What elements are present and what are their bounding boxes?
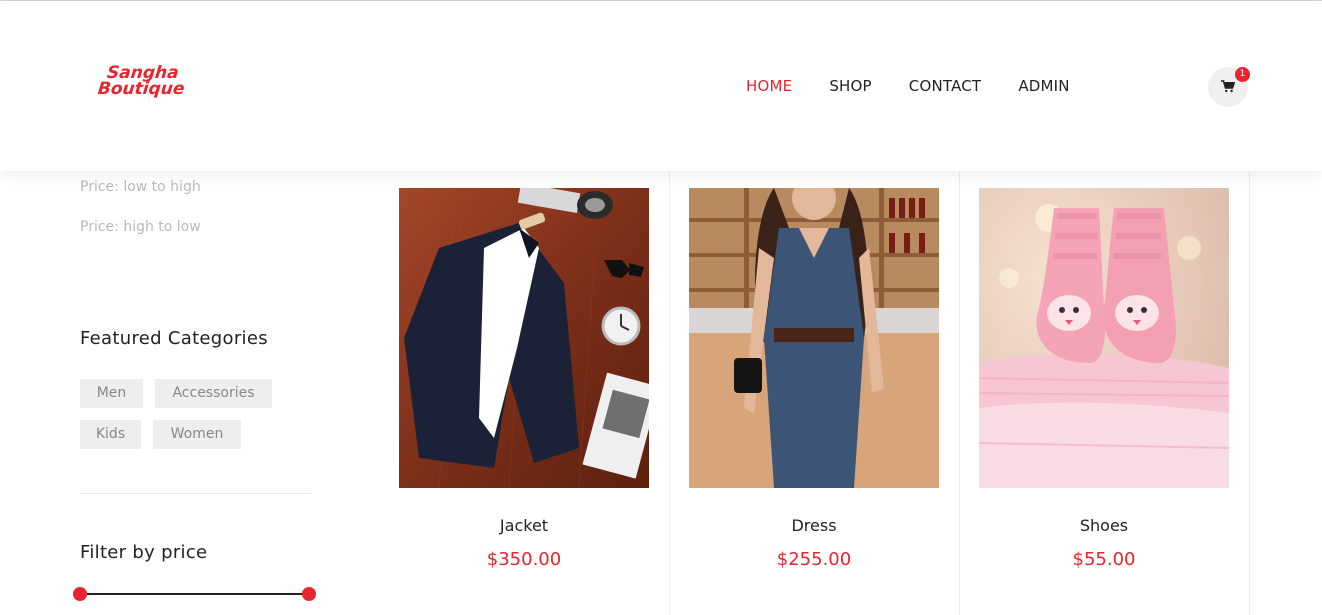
product-divider <box>959 171 960 615</box>
nav-admin[interactable]: ADMIN <box>1018 77 1069 95</box>
product-price-dress: $255.00 <box>776 549 852 570</box>
product-name-dress[interactable]: Dress <box>689 516 939 535</box>
nav-shop[interactable]: SHOP <box>829 77 871 95</box>
price-slider-min-handle[interactable] <box>73 587 87 601</box>
brand-line-2: Boutique <box>96 79 186 99</box>
cart-count-badge: 1 <box>1235 67 1250 82</box>
product-price-shoes: $55.00 <box>1072 549 1136 570</box>
cart-icon <box>1221 80 1235 93</box>
product-divider <box>669 171 670 615</box>
product-image-shoes[interactable] <box>979 188 1229 488</box>
filter-price-title: Filter by price <box>80 542 208 563</box>
product-divider <box>1249 171 1250 615</box>
nav-home[interactable]: HOME <box>746 77 792 95</box>
brand-logo[interactable]: Sangha Boutique <box>90 63 193 99</box>
sidebar-divider <box>80 493 311 494</box>
product-image-jacket[interactable] <box>399 188 649 488</box>
sort-price-high-low[interactable]: Price: high to low <box>80 219 201 235</box>
price-slider-max-handle[interactable] <box>302 587 316 601</box>
category-tag-women[interactable]: Women <box>153 420 241 449</box>
sort-price-low-high[interactable]: Price: low to high <box>80 179 201 195</box>
product-image-dress[interactable] <box>689 188 939 488</box>
main-nav: HOME SHOP CONTACT ADMIN <box>746 77 1070 95</box>
product-name-jacket[interactable]: Jacket <box>399 516 649 535</box>
category-tag-accessories[interactable]: Accessories <box>155 379 272 408</box>
site-header: Sangha Boutique HOME SHOP CONTACT ADMIN … <box>0 1 1322 171</box>
category-tag-kids[interactable]: Kids <box>80 420 141 449</box>
featured-categories-title: Featured Categories <box>80 328 268 349</box>
product-price-jacket: $350.00 <box>486 549 562 570</box>
product-name-shoes[interactable]: Shoes <box>979 516 1229 535</box>
price-slider-track[interactable] <box>80 593 309 595</box>
nav-contact[interactable]: CONTACT <box>909 77 982 95</box>
category-tag-men[interactable]: Men <box>80 379 143 408</box>
